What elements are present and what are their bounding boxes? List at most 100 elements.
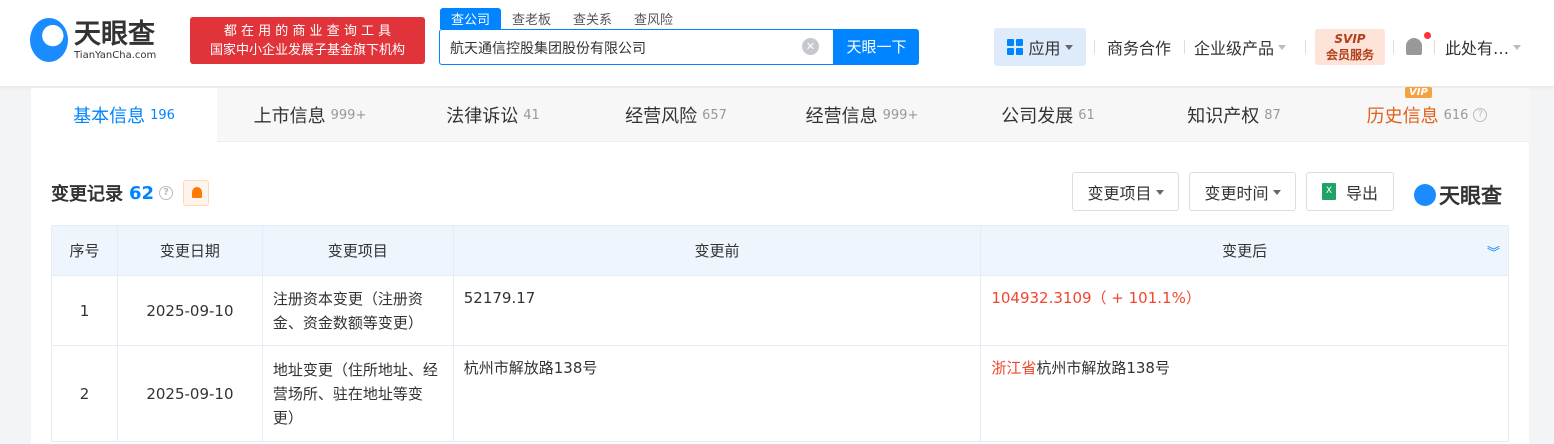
- search-value: 航天通信控股集团股份有限公司: [450, 41, 646, 57]
- nav-business[interactable]: 商务合作: [1107, 28, 1171, 66]
- bell-icon[interactable]: [1406, 38, 1422, 55]
- expand-icon[interactable]: ︾: [1487, 242, 1500, 261]
- svip-button[interactable]: SVIP 会员服务: [1315, 29, 1385, 65]
- apps-menu[interactable]: 应用: [994, 28, 1086, 66]
- search-button[interactable]: 天眼一下: [834, 29, 919, 65]
- nav-enterprise[interactable]: 企业级产品: [1194, 28, 1287, 66]
- cell-before: 杭州市解放路138号: [452, 345, 982, 442]
- caret-down-icon: [1272, 189, 1281, 199]
- divider: [1393, 40, 1394, 54]
- brand-text: 天眼查: [1439, 184, 1502, 208]
- logo-icon: [30, 18, 68, 62]
- cell-date: 2025-09-10: [116, 275, 263, 346]
- divider: [1434, 40, 1435, 54]
- monitor-bell-button[interactable]: [183, 180, 210, 206]
- after-text: 杭州市解放路138号: [1036, 359, 1170, 377]
- help-icon[interactable]: ?: [159, 186, 174, 200]
- tab-history-info[interactable]: VIP 历史信息 616?: [1327, 87, 1527, 142]
- cell-item: 注册资本变更（注册资金、资金数额等变更）: [261, 275, 454, 346]
- filter-item-dropdown[interactable]: 变更项目: [1072, 172, 1179, 211]
- cell-after: 浙江省杭州市解放路138号: [980, 345, 1509, 442]
- top-header: 天眼查 TianYanCha.com 都 在 用 的 商 业 查 询 工 具国家中…: [0, 0, 1554, 86]
- divider: [1305, 40, 1306, 54]
- tab-company-development[interactable]: 公司发展 61: [955, 88, 1141, 142]
- tab-label: 经营风险: [625, 106, 698, 127]
- bell-icon: [192, 187, 203, 198]
- cell-before: 52179.17: [452, 275, 982, 346]
- cell-item: 地址变更（住所地址、经营场所、驻在地址等变更）: [261, 345, 454, 442]
- section-count: 62: [129, 182, 155, 204]
- cell-no: 2: [51, 345, 118, 442]
- slogan-banner[interactable]: 都 在 用 的 商 业 查 询 工 具国家中小企业发展子基金旗下机构: [190, 17, 425, 64]
- clear-icon[interactable]: ✕: [802, 38, 819, 55]
- tab-bar: 基本信息 196 上市信息 999+ 法律诉讼 41 经营风险 657 经营信息 999+…: [31, 87, 1529, 142]
- tab-count: 61: [1078, 107, 1095, 123]
- tab-label: 知识产权: [1187, 106, 1260, 127]
- filter-time-dropdown[interactable]: 变更时间: [1189, 172, 1296, 211]
- search-tabs: 查公司 查老板 查关系 查风险: [440, 8, 684, 29]
- slogan-line: 都 在 用 的 商 业 查 询 工 具: [223, 24, 392, 39]
- after-highlight: 104932.3109（ + 101.1%）: [991, 289, 1201, 307]
- tab-label: 上市信息: [253, 106, 326, 127]
- logo-domain: TianYanCha.com: [74, 49, 157, 61]
- vip-badge: VIP: [1405, 87, 1432, 98]
- cell-date: 2025-09-10: [116, 345, 263, 442]
- divider: [1094, 40, 1095, 54]
- enterprise-label: 企业级产品: [1194, 39, 1275, 58]
- tab-label: 公司发展: [1001, 106, 1074, 127]
- search-tab-relation[interactable]: 查关系: [562, 8, 623, 29]
- column-header: 变更后 ︾: [980, 225, 1509, 276]
- search-tab-risk[interactable]: 查风险: [623, 8, 684, 29]
- apps-label: 应用: [1028, 39, 1061, 58]
- tab-operating-info[interactable]: 经营信息 999+: [769, 88, 955, 142]
- tab-count: 657: [702, 107, 727, 123]
- tab-count: 87: [1264, 107, 1281, 123]
- export-label: 导出: [1345, 183, 1378, 203]
- help-icon[interactable]: ?: [1473, 108, 1488, 122]
- svip-sub: 会员服务: [1325, 48, 1374, 62]
- search-input[interactable]: 航天通信控股集团股份有限公司 ✕: [439, 29, 834, 65]
- table-row: 1 2025-09-10 注册资本变更（注册资金、资金数额等变更） 52179.…: [51, 275, 1509, 346]
- tab-count: 196: [150, 107, 175, 123]
- tab-count: 616: [1443, 107, 1469, 123]
- column-header: 变更日期: [116, 225, 263, 276]
- column-header: 变更项目: [261, 225, 454, 276]
- caret-down-icon: [1278, 45, 1287, 54]
- brand-logo: 天眼查: [1414, 180, 1502, 210]
- filter-label: 变更时间: [1204, 183, 1269, 203]
- svip-label: SVIP: [1334, 32, 1366, 46]
- cell-after: 104932.3109（ + 101.1%）: [980, 275, 1509, 346]
- caret-down-icon: [1155, 189, 1164, 199]
- column-header: 变更前: [452, 225, 982, 276]
- tab-label: 基本信息: [73, 106, 146, 127]
- search-tab-boss[interactable]: 查老板: [501, 8, 562, 29]
- user-menu[interactable]: 此处有…: [1445, 28, 1522, 66]
- slogan-line: 国家中小企业发展子基金旗下机构: [209, 43, 405, 58]
- filter-label: 变更项目: [1087, 183, 1152, 203]
- change-records-table: 序号 变更日期 变更项目 变更前 变更后 ︾ 1 2025-09-10 注册资本变…: [51, 225, 1509, 442]
- excel-icon: X: [1321, 183, 1336, 200]
- tab-count: 999+: [330, 107, 367, 123]
- tab-operating-risk[interactable]: 经营风险 657: [583, 88, 769, 142]
- tab-count: 999+: [882, 107, 919, 123]
- search-tab-company[interactable]: 查公司: [440, 8, 502, 29]
- after-highlight: 浙江省: [991, 359, 1037, 377]
- export-button[interactable]: X 导出: [1306, 172, 1394, 211]
- tab-basic-info[interactable]: 基本信息 196: [31, 88, 217, 142]
- logo-icon: [1414, 184, 1436, 206]
- apps-grid-icon: [1007, 39, 1024, 55]
- column-header-label: 变更后: [1222, 242, 1268, 260]
- cell-no: 1: [51, 275, 118, 346]
- tab-litigation[interactable]: 法律诉讼 41: [403, 88, 583, 142]
- logo-text: 天眼查: [74, 18, 155, 50]
- tab-label: 历史信息: [1366, 106, 1439, 127]
- tab-count: 41: [523, 107, 540, 123]
- caret-down-icon: [1064, 45, 1073, 54]
- tab-listing-info[interactable]: 上市信息 999+: [217, 88, 403, 142]
- tab-label: 经营信息: [805, 106, 878, 127]
- tab-ip[interactable]: 知识产权 87: [1141, 88, 1327, 142]
- logo[interactable]: 天眼查 TianYanCha.com: [30, 18, 156, 62]
- section-header: 变更记录 62 ?: [51, 180, 210, 206]
- caret-down-icon: [1513, 45, 1522, 54]
- user-name: 此处有…: [1445, 39, 1510, 58]
